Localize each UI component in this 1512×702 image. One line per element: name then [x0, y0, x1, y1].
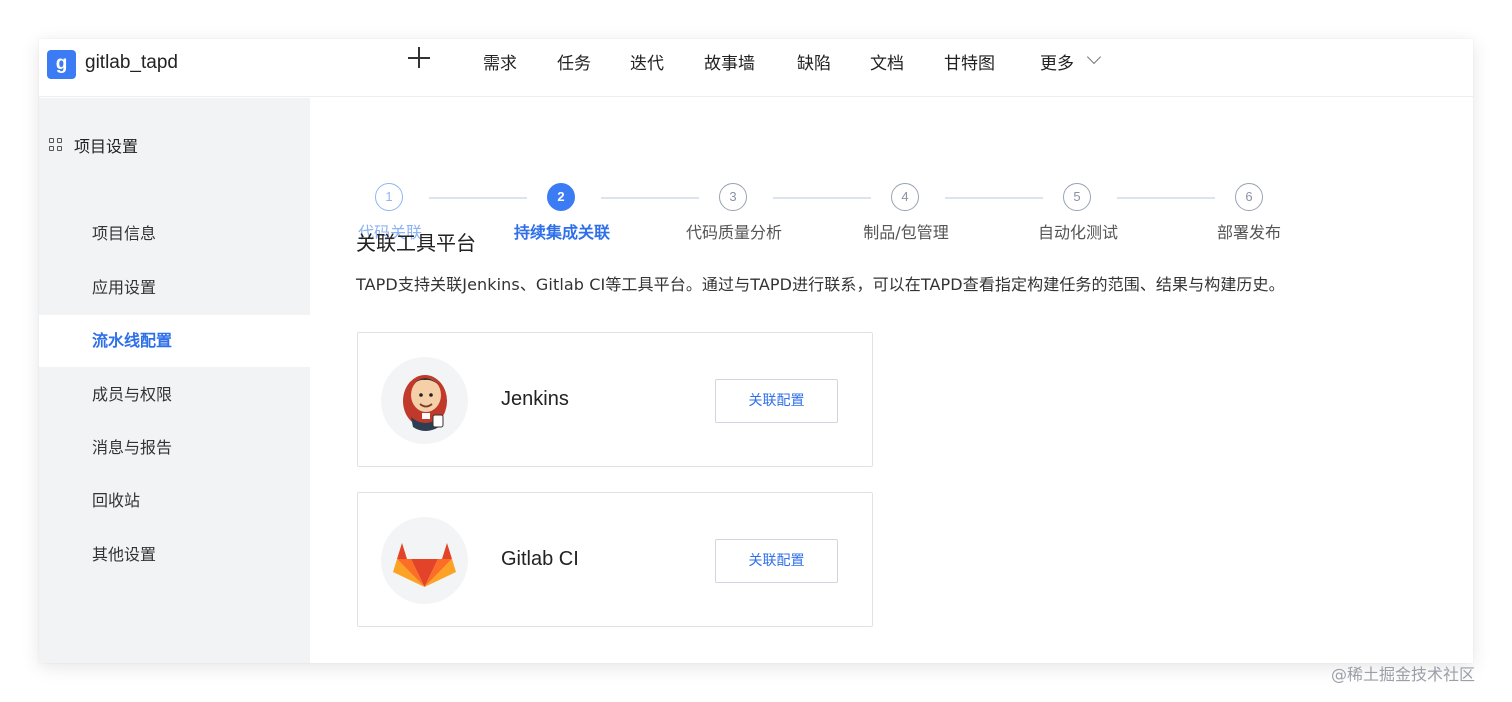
- sidebar-item-project-info[interactable]: 项目信息: [39, 208, 310, 260]
- step-connector: [601, 197, 699, 199]
- watermark: @稀土掘金技术社区: [1331, 665, 1476, 684]
- sidebar: 项目设置 项目信息 应用设置 流水线配置 成员与权限 消息与报告 回收站 其他设…: [39, 98, 310, 663]
- app-window: g gitlab_tapd 需求 任务 迭代 故事墙 缺陷 文档 甘特图 更多 …: [39, 39, 1473, 663]
- main-content: 1 2 3 4 5 6 代码关联 持续集成关联 代码质量分析 制品/包管理 自动…: [310, 98, 1473, 663]
- link-config-button[interactable]: 关联配置: [715, 539, 838, 583]
- step-2-label[interactable]: 持续集成关联: [510, 219, 614, 243]
- section-title: 关联工具平台: [356, 231, 476, 255]
- sidebar-item-app-settings[interactable]: 应用设置: [39, 262, 310, 314]
- link-config-button[interactable]: 关联配置: [715, 379, 838, 423]
- grid-icon: [49, 138, 63, 152]
- nav-item-more[interactable]: 更多: [1040, 49, 1074, 74]
- tool-card-gitlab-ci: Gitlab CI 关联配置: [357, 492, 873, 627]
- sidebar-item-pipeline-config[interactable]: 流水线配置: [39, 315, 310, 367]
- step-2-circle[interactable]: 2: [547, 183, 575, 211]
- step-3-label[interactable]: 代码质量分析: [682, 219, 786, 243]
- jenkins-logo-icon: [381, 357, 468, 444]
- sidebar-item-recycle-bin[interactable]: 回收站: [39, 475, 310, 527]
- nav-item-story-wall[interactable]: 故事墙: [704, 49, 755, 74]
- step-6-label[interactable]: 部署发布: [1214, 219, 1284, 243]
- nav-item-requirements[interactable]: 需求: [483, 49, 517, 74]
- tool-name: Gitlab CI: [501, 548, 579, 570]
- step-6-circle[interactable]: 6: [1235, 183, 1263, 211]
- tool-card-jenkins: Jenkins 关联配置: [357, 332, 873, 467]
- step-connector: [429, 197, 527, 199]
- sidebar-section-title: 项目设置: [74, 137, 139, 156]
- step-connector: [1117, 197, 1215, 199]
- nav-item-gantt[interactable]: 甘特图: [944, 49, 995, 74]
- step-1-circle[interactable]: 1: [375, 183, 403, 211]
- step-4-label[interactable]: 制品/包管理: [858, 219, 954, 243]
- gitlab-logo-icon: [381, 517, 468, 604]
- plus-icon[interactable]: [408, 46, 432, 70]
- step-connector: [945, 197, 1043, 199]
- sidebar-item-notifications[interactable]: 消息与报告: [39, 422, 310, 474]
- nav-item-defects[interactable]: 缺陷: [797, 49, 831, 74]
- step-3-circle[interactable]: 3: [719, 183, 747, 211]
- project-name[interactable]: gitlab_tapd: [85, 52, 178, 74]
- step-4-circle[interactable]: 4: [891, 183, 919, 211]
- sidebar-item-members[interactable]: 成员与权限: [39, 369, 310, 421]
- step-connector: [773, 197, 871, 199]
- tool-name: Jenkins: [501, 388, 569, 410]
- chevron-down-icon[interactable]: [1086, 49, 1102, 65]
- sidebar-item-other-settings[interactable]: 其他设置: [39, 529, 310, 581]
- section-description: TAPD支持关联Jenkins、Gitlab CI等工具平台。通过与TAPD进行…: [356, 275, 1285, 294]
- top-bar: g gitlab_tapd 需求 任务 迭代 故事墙 缺陷 文档 甘特图 更多: [39, 39, 1473, 97]
- step-5-label[interactable]: 自动化测试: [1034, 219, 1122, 243]
- nav-item-tasks[interactable]: 任务: [557, 49, 591, 74]
- project-logo-icon[interactable]: g: [47, 50, 76, 79]
- nav-item-iterations[interactable]: 迭代: [630, 49, 664, 74]
- step-5-circle[interactable]: 5: [1063, 183, 1091, 211]
- nav-item-documents[interactable]: 文档: [870, 49, 904, 74]
